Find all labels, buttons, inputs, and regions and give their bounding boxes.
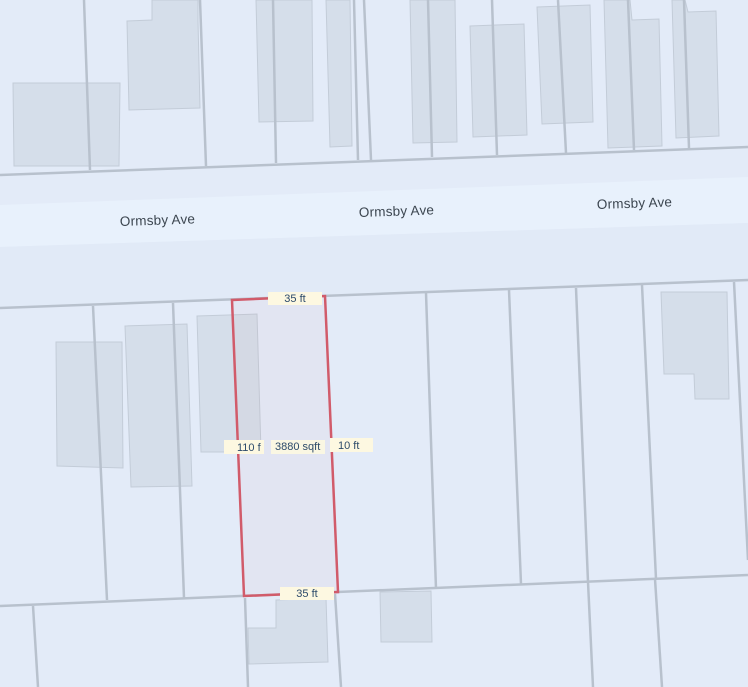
street-label-center: Ormsby Ave (359, 202, 435, 220)
dimension-top: 35 ft (268, 292, 322, 305)
dimension-bottom-text: 35 ft (296, 588, 317, 600)
building (325, 0, 353, 148)
building (12, 82, 121, 167)
building (409, 0, 458, 144)
parcel-area-text: 3880 sqft (275, 441, 320, 453)
dimension-left: 110 f (224, 440, 264, 454)
building (469, 23, 528, 138)
dimension-right-text: 10 ft (338, 440, 359, 452)
parcel-area: 3880 sqft (271, 440, 325, 454)
street-label-right: Ormsby Ave (597, 194, 673, 212)
dimension-bottom: 35 ft (280, 587, 334, 600)
building (671, 0, 720, 139)
building (536, 4, 594, 125)
building (124, 323, 193, 488)
building (55, 341, 124, 469)
building (255, 0, 314, 123)
building (379, 590, 433, 643)
dimension-right: 10 ft (330, 438, 373, 452)
street-label-left: Ormsby Ave (120, 211, 196, 229)
dimension-top-text: 35 ft (284, 293, 305, 305)
parcel-map[interactable]: Ormsby Ave Ormsby Ave Ormsby Ave 35 ft 3… (0, 0, 748, 687)
dimension-left-text: 110 f (237, 442, 262, 454)
